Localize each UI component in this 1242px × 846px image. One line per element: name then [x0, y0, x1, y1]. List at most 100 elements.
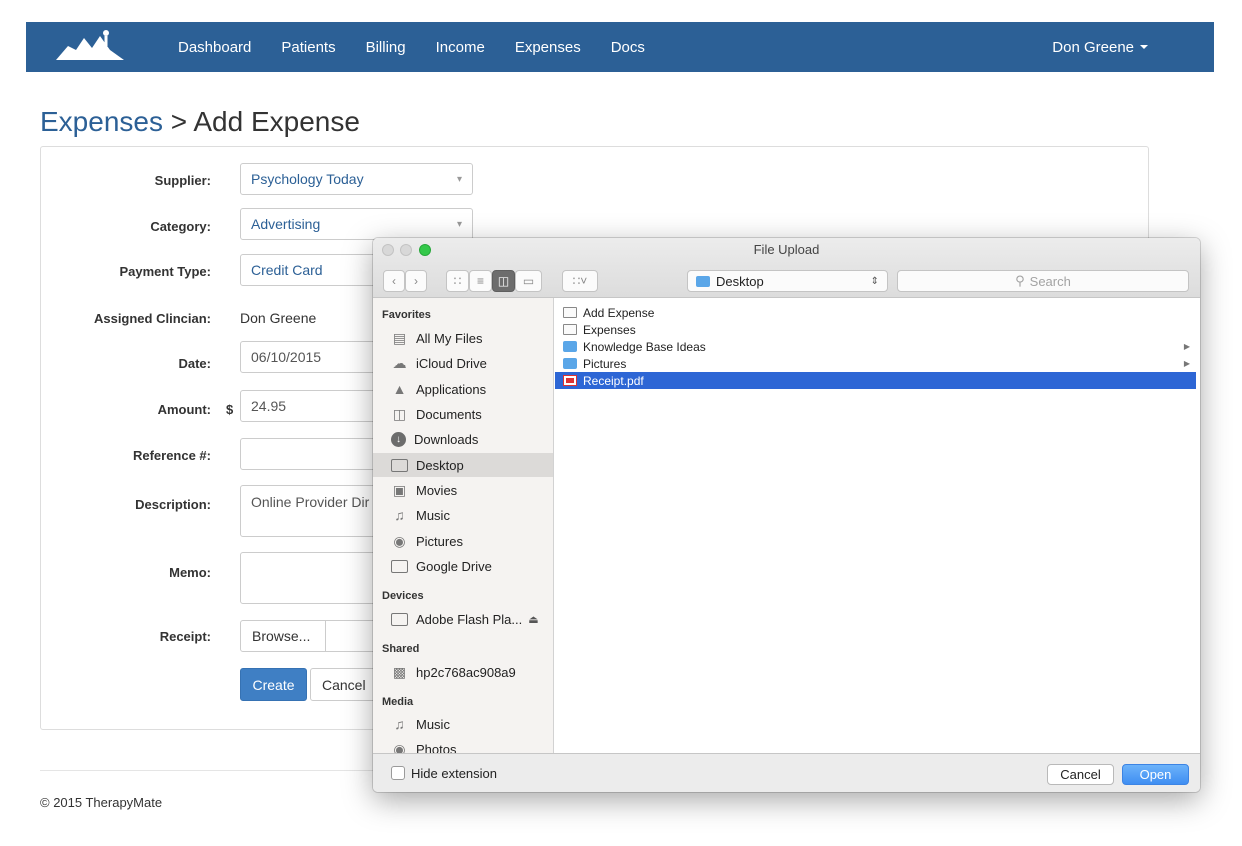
user-menu[interactable]: Don Greene — [1052, 22, 1148, 72]
eject-icon[interactable]: ⏏ — [528, 613, 538, 626]
dialog-cancel-button[interactable]: Cancel — [1047, 764, 1114, 785]
therapymate-logo-icon[interactable] — [54, 28, 126, 64]
sidebar-section-devices: Devices — [382, 590, 424, 602]
sidebar-item-shared-computer[interactable]: ▩ hp2c768ac908a9 — [373, 660, 553, 684]
category-select[interactable]: Advertising — [240, 208, 473, 240]
camera-icon: ◉ — [393, 532, 406, 549]
sidebar-item-label: Desktop — [416, 457, 464, 473]
date-label: Date: — [178, 356, 211, 371]
nav-docs[interactable]: Docs — [611, 39, 645, 56]
folder-icon — [391, 559, 408, 573]
sidebar-item-all-my-files[interactable]: ▤ All My Files — [373, 326, 553, 350]
dialog-titlebar: File Upload ‹ › ∷ ≡ ◫ ▭ ∷˅ Desktop ⇕ ⚲ S… — [373, 238, 1200, 298]
cloud-icon: ☁ — [392, 354, 407, 371]
camera-icon: ◉ — [393, 740, 406, 754]
sidebar-item-media-music[interactable]: ♫ Music — [373, 712, 553, 736]
location-value: Desktop — [716, 273, 764, 289]
file-name: Knowledge Base Ideas — [583, 339, 706, 354]
sidebar-item-label: hp2c768ac908a9 — [416, 664, 516, 680]
supplier-label: Supplier: — [154, 173, 211, 188]
cover-flow-view-icon[interactable]: ▭ — [515, 270, 542, 292]
create-button[interactable]: Create — [240, 668, 307, 701]
arrange-menu-icon[interactable]: ∷˅ — [562, 270, 598, 292]
search-placeholder: Search — [1029, 273, 1071, 289]
cancel-button[interactable]: Cancel — [310, 668, 380, 701]
dialog-sidebar: Favorites ▤ All My Files ☁ iCloud Drive ▲ A… — [373, 298, 554, 753]
list-view-icon[interactable]: ≡ — [469, 270, 492, 292]
nav-income[interactable]: Income — [436, 39, 485, 56]
nav-dashboard[interactable]: Dashboard — [178, 39, 251, 56]
sidebar-item-media-photos[interactable]: ◉ Photos — [373, 737, 553, 754]
dialog-title: File Upload — [753, 242, 820, 257]
footer-divider — [40, 770, 400, 771]
amount-value: 24.95 — [251, 398, 287, 414]
category-label: Category: — [150, 219, 211, 234]
date-value: 06/10/2015 — [251, 349, 322, 365]
browse-button[interactable]: Browse... — [240, 620, 326, 652]
sidebar-item-label: All My Files — [416, 330, 483, 346]
sidebar-item-pictures[interactable]: ◉ Pictures — [373, 529, 553, 553]
all-files-icon: ▤ — [392, 329, 407, 346]
music-note-icon: ♫ — [394, 507, 405, 523]
file-name: Add Expense — [583, 305, 655, 320]
supplier-select[interactable]: Psychology Today — [240, 163, 473, 195]
description-label: Description: — [135, 497, 211, 512]
page-title: Expenses > Add Expense — [40, 106, 360, 138]
sidebar-item-label: Photos — [416, 741, 457, 754]
file-name: Receipt.pdf — [583, 373, 644, 388]
sidebar-item-applications[interactable]: ▲ Applications — [373, 377, 553, 401]
back-icon[interactable]: ‹ — [383, 270, 405, 292]
nav-expenses[interactable]: Expenses — [515, 39, 581, 56]
sidebar-item-movies[interactable]: ▣ Movies — [373, 478, 553, 502]
sidebar-item-label: Downloads — [414, 431, 479, 447]
sidebar-section-shared: Shared — [382, 643, 420, 655]
sidebar-item-downloads[interactable]: ↓ Downloads — [373, 427, 553, 451]
reference-label: Reference #: — [132, 448, 211, 463]
page-title-text: Add Expense — [193, 106, 360, 137]
search-input[interactable]: ⚲ Search — [897, 270, 1189, 292]
sidebar-item-label: Movies — [416, 482, 458, 498]
folder-row[interactable]: Knowledge Base Ideas ▶ — [555, 338, 1196, 355]
nav-billing[interactable]: Billing — [366, 39, 406, 56]
sidebar-item-label: iCloud Drive — [416, 355, 487, 371]
breadcrumb-expenses[interactable]: Expenses — [40, 106, 163, 137]
location-popup[interactable]: Desktop ⇕ — [687, 270, 888, 292]
search-icon: ⚲ — [1015, 273, 1025, 288]
user-name: Don Greene — [1052, 38, 1134, 56]
sidebar-item-label: Adobe Flash Pla... — [416, 611, 523, 627]
category-value: Advertising — [251, 216, 321, 232]
navbar: Dashboard Patients Billing Income Expens… — [26, 22, 1214, 72]
sidebar-item-music[interactable]: ♫ Music — [373, 503, 553, 527]
sidebar-item-adobe-flash[interactable]: Adobe Flash Pla... ⏏ — [373, 607, 553, 631]
sidebar-section-media: Media — [382, 696, 414, 708]
sidebar-item-desktop[interactable]: Desktop — [373, 453, 553, 477]
icon-view-icon[interactable]: ∷ — [446, 270, 469, 292]
chevron-right-icon: ▶ — [1183, 342, 1190, 351]
clinician-value: Don Greene — [240, 310, 317, 326]
description-value: Online Provider Dir — [251, 494, 370, 510]
memo-label: Memo: — [169, 565, 211, 580]
file-upload-dialog: File Upload ‹ › ∷ ≡ ◫ ▭ ∷˅ Desktop ⇕ ⚲ S… — [373, 238, 1200, 792]
dialog-open-button[interactable]: Open — [1122, 764, 1189, 785]
documents-icon: ◫ — [392, 405, 407, 422]
amount-label: Amount: — [157, 402, 211, 417]
file-name: Pictures — [583, 356, 627, 371]
document-icon — [563, 307, 577, 318]
hide-extension-checkbox[interactable] — [391, 766, 405, 780]
column-view-icon[interactable]: ◫ — [492, 270, 515, 292]
footer-copyright: © 2015 TherapyMate — [40, 795, 163, 810]
applications-icon: ▲ — [392, 381, 407, 397]
file-row-selected[interactable]: Receipt.pdf — [555, 372, 1196, 389]
nav-patients[interactable]: Patients — [281, 39, 335, 56]
sidebar-item-label: Google Drive — [416, 558, 492, 574]
document-icon — [563, 324, 577, 335]
computer-icon: ▩ — [392, 663, 407, 680]
file-row[interactable]: Add Expense — [555, 304, 1196, 321]
currency-symbol: $ — [226, 402, 234, 417]
sidebar-item-documents[interactable]: ◫ Documents — [373, 402, 553, 426]
sidebar-item-icloud-drive[interactable]: ☁ iCloud Drive — [373, 351, 553, 375]
folder-row[interactable]: Pictures ▶ — [555, 355, 1196, 372]
file-row[interactable]: Expenses — [555, 321, 1196, 338]
forward-icon[interactable]: › — [405, 270, 427, 292]
sidebar-item-google-drive[interactable]: Google Drive — [373, 554, 553, 578]
